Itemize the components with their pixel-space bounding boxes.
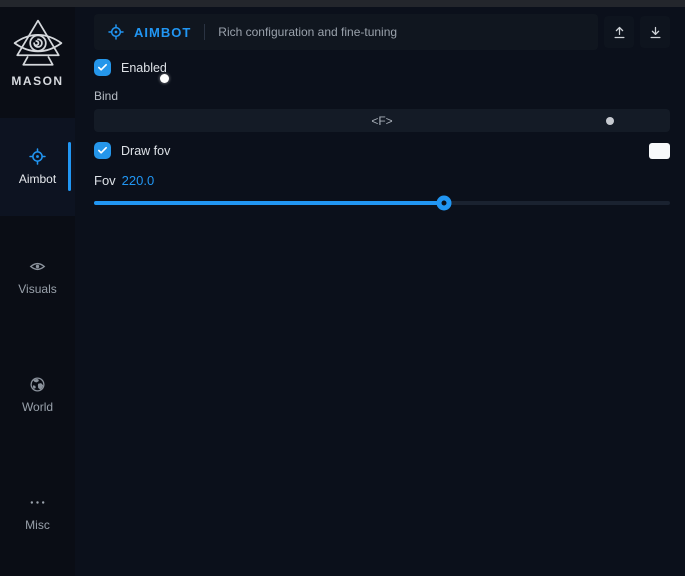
- header-row: AIMBOT Rich configuration and fine-tunin…: [94, 14, 670, 50]
- download-config-button[interactable]: [640, 16, 670, 48]
- slider-fill: [94, 201, 444, 205]
- page-subtitle: Rich configuration and fine-tuning: [218, 25, 397, 39]
- fov-label: Fov: [94, 173, 116, 188]
- sidebar-item-label: Misc: [25, 518, 50, 532]
- bind-value: <F>: [371, 114, 392, 128]
- sidebar-item-misc[interactable]: Misc: [0, 483, 75, 543]
- bind-label: Bind: [94, 89, 670, 103]
- crosshair-icon: [29, 148, 46, 165]
- sidebar-item-label: Visuals: [18, 282, 56, 296]
- bind-indicator-dot: [606, 117, 614, 125]
- enabled-row: Enabled: [94, 59, 670, 76]
- sidebar-item-label: World: [22, 400, 53, 414]
- upload-icon: [612, 25, 627, 40]
- mouse-cursor-dot: [160, 74, 169, 83]
- screen: MASON Aimbot Visuals: [0, 0, 685, 576]
- draw-fov-checkbox[interactable]: [94, 142, 111, 159]
- enabled-checkbox[interactable]: [94, 59, 111, 76]
- app-window: MASON Aimbot Visuals: [0, 7, 685, 576]
- download-icon: [648, 25, 663, 40]
- section-header: AIMBOT Rich configuration and fine-tunin…: [94, 14, 598, 50]
- main-content: AIMBOT Rich configuration and fine-tunin…: [75, 7, 685, 576]
- fov-label-row: Fov 220.0: [94, 173, 670, 188]
- ellipsis-icon: [29, 494, 46, 511]
- enabled-label: Enabled: [121, 61, 167, 75]
- fov-value: 220.0: [122, 173, 155, 188]
- brand: MASON: [0, 18, 75, 88]
- sidebar-item-world[interactable]: World: [0, 365, 75, 425]
- check-icon: [97, 62, 108, 73]
- mason-logo-icon: [10, 18, 66, 70]
- globe-icon: [29, 376, 46, 393]
- eye-icon: [29, 258, 46, 275]
- draw-fov-label: Draw fov: [121, 144, 170, 158]
- slider-handle[interactable]: [437, 196, 452, 211]
- header-divider: [204, 24, 205, 40]
- brand-name: MASON: [11, 74, 63, 88]
- sidebar: MASON Aimbot Visuals: [0, 7, 75, 576]
- fov-slider[interactable]: [94, 195, 670, 211]
- sidebar-item-label: Aimbot: [19, 172, 56, 186]
- check-icon: [97, 145, 108, 156]
- crosshair-icon: [108, 24, 124, 40]
- fov-color-swatch[interactable]: [649, 143, 670, 159]
- sidebar-item-visuals[interactable]: Visuals: [0, 247, 75, 307]
- bind-input[interactable]: <F>: [94, 109, 670, 132]
- page-title: AIMBOT: [134, 25, 191, 40]
- upload-config-button[interactable]: [604, 16, 634, 48]
- background-window-edge: [0, 0, 685, 7]
- slider-track[interactable]: [94, 201, 670, 205]
- sidebar-item-aimbot[interactable]: Aimbot: [0, 118, 75, 216]
- draw-fov-row: Draw fov: [94, 142, 670, 159]
